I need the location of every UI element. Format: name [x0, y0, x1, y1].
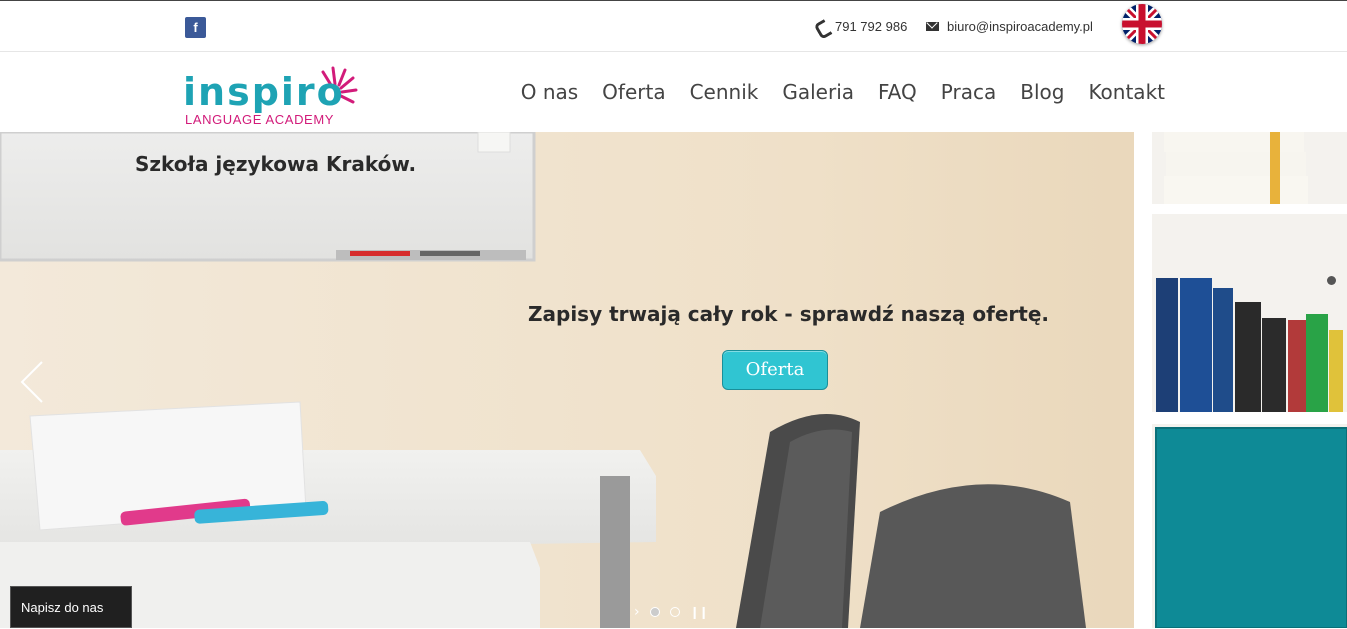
- slider-controls: › ❙❙: [634, 604, 709, 620]
- oferta-button[interactable]: Oferta: [722, 350, 828, 390]
- slider-prev-arrow-icon[interactable]: [18, 360, 46, 404]
- phone-number[interactable]: 791 792 986: [835, 19, 907, 34]
- nav-praca[interactable]: Praca: [941, 80, 996, 104]
- slider-dot-2[interactable]: [669, 607, 680, 617]
- email-contact[interactable]: biuro@inspiroacademy.pl: [926, 19, 1093, 34]
- hero-background-image: [0, 132, 1347, 628]
- nav-cennik[interactable]: Cennik: [690, 80, 759, 104]
- nav-blog[interactable]: Blog: [1020, 80, 1064, 104]
- uk-flag-icon[interactable]: [1122, 4, 1162, 44]
- site-header: inspiro LANGUAGE ACADEMY O nas Oferta Ce…: [0, 52, 1347, 132]
- nav-faq[interactable]: FAQ: [878, 80, 917, 104]
- indicator-dot: [1327, 276, 1336, 285]
- nav-galeria[interactable]: Galeria: [782, 80, 854, 104]
- nav-oferta[interactable]: Oferta: [602, 80, 665, 104]
- phone-contact[interactable]: 791 792 986: [816, 19, 907, 34]
- top-bar: f 791 792 986 biuro@inspiroacademy.pl: [0, 0, 1347, 52]
- facebook-icon[interactable]: f: [185, 17, 206, 38]
- phone-icon: [816, 21, 827, 32]
- logo-subtitle: LANGUAGE ACADEMY: [185, 112, 335, 127]
- slider-pause-icon[interactable]: ❙❙: [690, 605, 709, 619]
- nav-o-nas[interactable]: O nas: [521, 80, 578, 104]
- hero-tagline: Zapisy trwają cały rok - sprawdź naszą o…: [528, 302, 1049, 326]
- chat-widget-button[interactable]: Napisz do nas: [10, 586, 132, 628]
- hero-title: Szkoła językowa Kraków.: [135, 152, 417, 176]
- email-address[interactable]: biuro@inspiroacademy.pl: [947, 19, 1093, 34]
- logo-wordmark: inspiro: [183, 70, 345, 114]
- hero-slider: Szkoła językowa Kraków. Zapisy trwają ca…: [0, 132, 1347, 628]
- nav-kontakt[interactable]: Kontakt: [1088, 80, 1165, 104]
- envelope-icon: [926, 22, 939, 31]
- slider-dot-1[interactable]: [649, 607, 660, 617]
- slider-next-small-icon[interactable]: ›: [634, 604, 640, 620]
- inspiro-logo[interactable]: inspiro LANGUAGE ACADEMY: [183, 64, 358, 128]
- main-nav: O nas Oferta Cennik Galeria FAQ Praca Bl…: [521, 80, 1165, 104]
